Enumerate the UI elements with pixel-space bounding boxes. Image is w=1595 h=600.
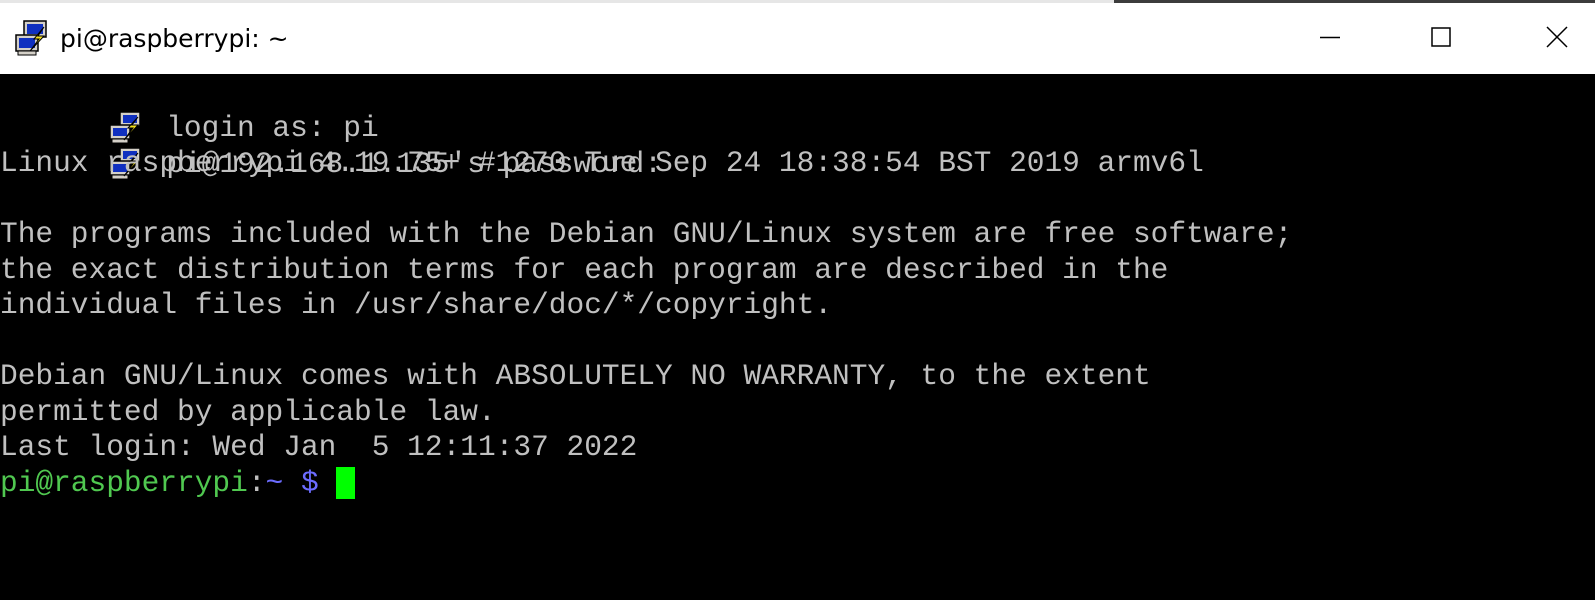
close-button[interactable] [1525,3,1595,74]
prompt-user-host: pi@raspberrypi [0,465,248,500]
password-line: pi@192.168.1.135's password: [0,110,662,181]
minimize-icon [1320,36,1340,39]
output-line: individual files in /usr/share/doc/*/cop… [0,288,833,322]
shell-prompt-line[interactable]: pi@raspberrypi:~ $ [0,465,356,501]
last-login-line: Last login: Wed Jan 5 12:11:37 2022 [0,430,638,464]
maximize-icon [1431,27,1451,47]
window-title: pi@raspberrypi: ~ [60,24,289,53]
text-cursor[interactable] [336,466,356,499]
output-line: The programs included with the Debian GN… [0,217,1293,251]
output-line: the exact distribution terms for each pr… [0,252,1169,287]
close-icon [1546,26,1568,48]
terminal-screen[interactable]: login as: pi pi@192.168.1.135's password… [0,74,1595,600]
title-bar[interactable]: pi@raspberrypi: ~ [0,3,1595,74]
prompt-path: ~ $ [265,465,319,500]
output-line: Debian GNU/Linux comes with ABSOLUTELY N… [0,359,1151,393]
login-line: login as: pi [0,74,379,145]
prompt-separator: : [247,465,266,500]
putty-computers-icon[interactable] [14,19,52,57]
maximize-button[interactable] [1410,3,1520,74]
minimize-button[interactable] [1295,3,1405,74]
putty-window: pi@raspberrypi: ~ login as: pi pi@192.16… [0,0,1595,600]
output-line: permitted by applicable law. [0,394,496,429]
output-line: Linux raspberrypi 4.19.75+ #1270 Tue Sep… [0,146,1204,180]
